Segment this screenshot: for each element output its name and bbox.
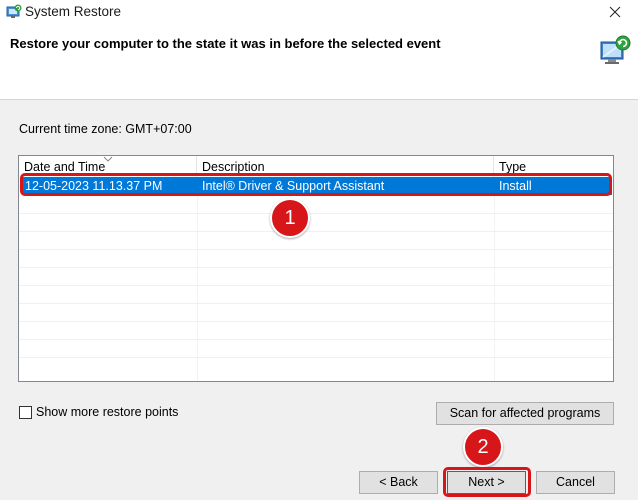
system-restore-large-icon bbox=[598, 34, 632, 68]
row-line bbox=[19, 267, 613, 268]
column-divider bbox=[494, 177, 495, 381]
column-divider bbox=[197, 177, 198, 381]
row-line bbox=[19, 339, 613, 340]
window-title: System Restore bbox=[25, 4, 122, 19]
title-bar: System Restore bbox=[0, 0, 638, 26]
row-line bbox=[19, 321, 613, 322]
row-line bbox=[19, 231, 613, 232]
wizard-header: Restore your computer to the state it wa… bbox=[0, 26, 638, 100]
row-line bbox=[19, 213, 613, 214]
step-callout-2: 2 bbox=[463, 427, 503, 467]
cancel-button[interactable]: Cancel bbox=[536, 471, 615, 494]
step-callout-1: 1 bbox=[270, 198, 310, 238]
close-button[interactable] bbox=[592, 0, 638, 26]
sort-descending-icon bbox=[103, 149, 113, 162]
highlight-box-next bbox=[443, 467, 531, 497]
row-line bbox=[19, 285, 613, 286]
scan-affected-programs-button[interactable]: Scan for affected programs bbox=[436, 402, 614, 425]
highlight-box-row bbox=[20, 173, 612, 196]
header-title: Restore your computer to the state it wa… bbox=[10, 36, 441, 51]
close-icon bbox=[609, 6, 621, 21]
back-button[interactable]: < Back bbox=[359, 471, 438, 494]
system-restore-icon bbox=[6, 4, 22, 20]
row-line bbox=[19, 357, 613, 358]
show-more-label: Show more restore points bbox=[36, 405, 179, 419]
row-line bbox=[19, 249, 613, 250]
show-more-restore-points[interactable]: Show more restore points bbox=[19, 405, 178, 419]
timezone-label: Current time zone: GMT+07:00 bbox=[19, 122, 192, 136]
show-more-checkbox[interactable] bbox=[19, 405, 32, 419]
row-line bbox=[19, 303, 613, 304]
